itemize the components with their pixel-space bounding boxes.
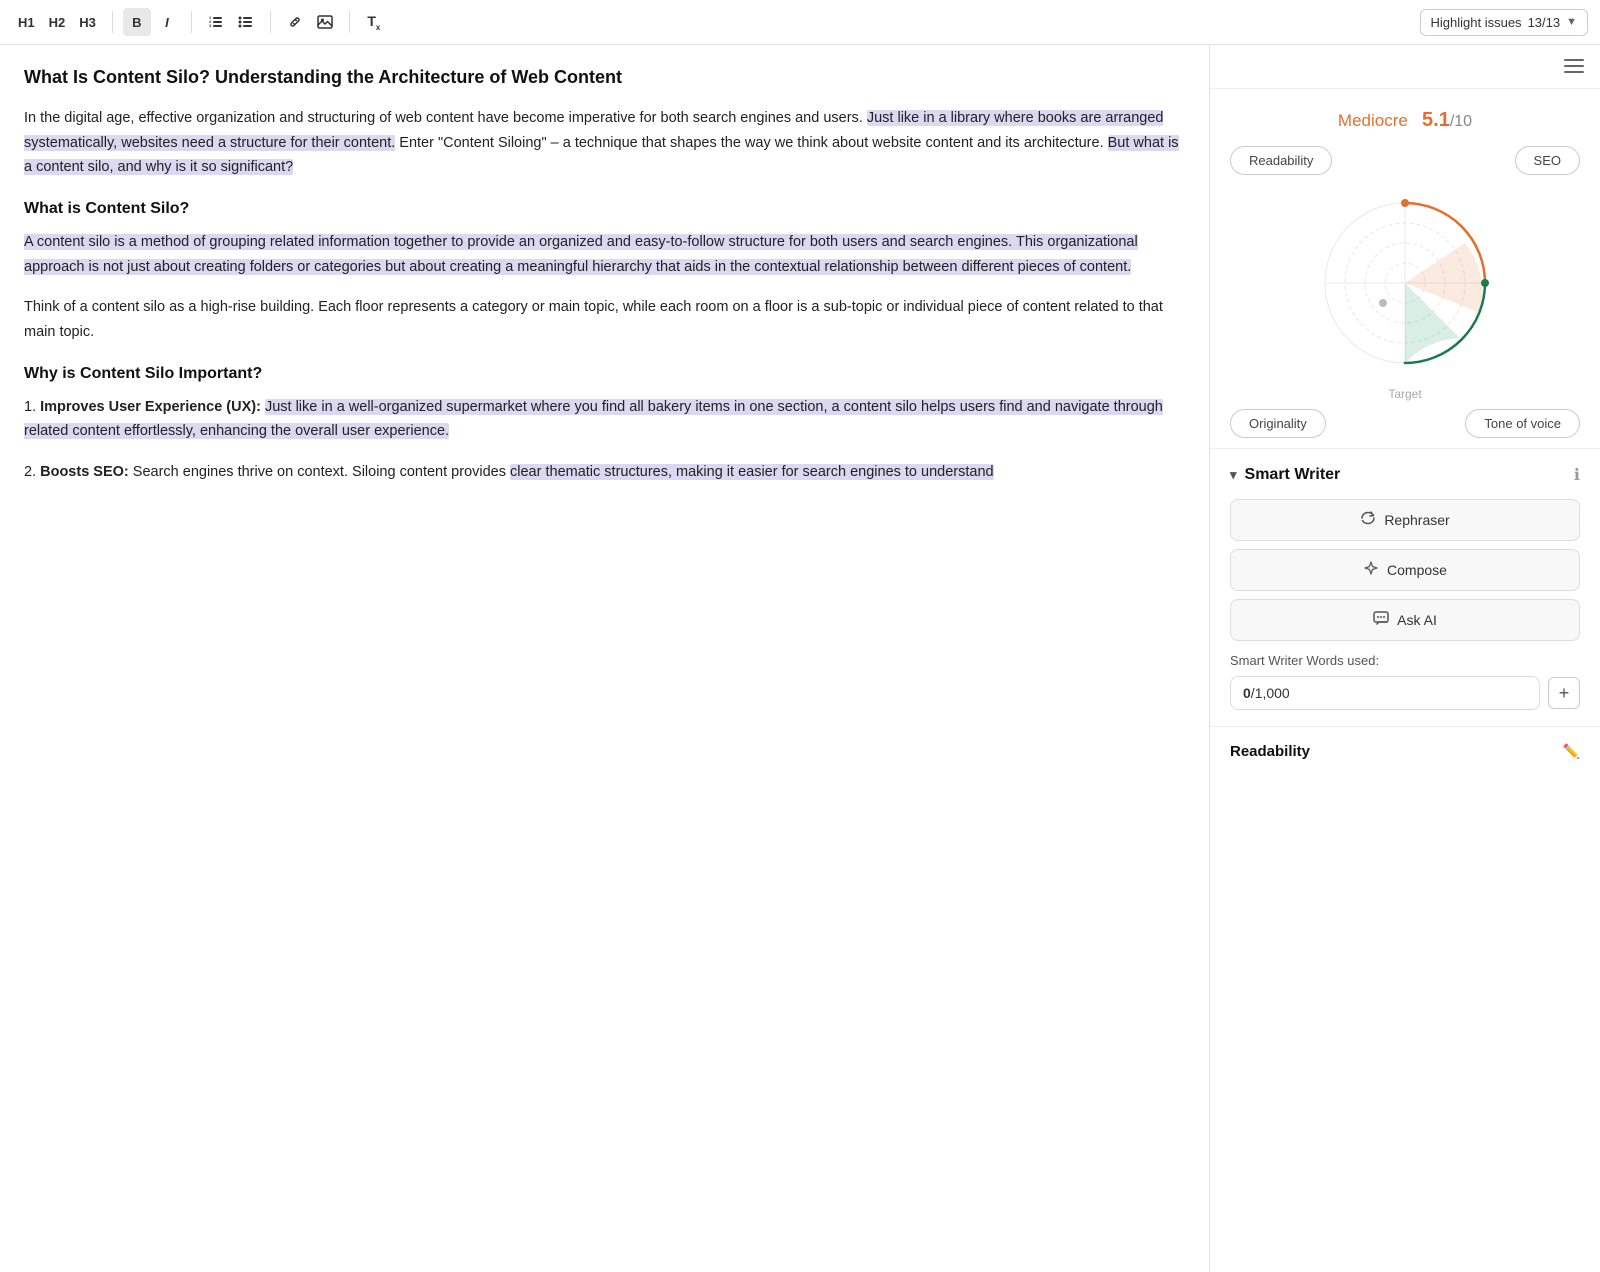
radar-svg [1305,183,1505,383]
smart-writer-chevron-icon: ▾ [1230,467,1237,483]
ask-ai-button[interactable]: Ask AI [1230,599,1580,641]
list-group: 1 2 3 [202,8,260,36]
paragraph-2: A content silo is a method of grouping r… [24,230,1185,279]
italic-button[interactable]: I [153,8,181,36]
score-value: 5.1 [1422,109,1450,131]
h2-button[interactable]: H2 [43,8,72,36]
readability-title: Readability [1230,743,1310,760]
ask-ai-icon [1373,610,1389,630]
paragraph-1: In the digital age, effective organizati… [24,106,1185,180]
rephraser-label: Rephraser [1384,512,1449,528]
radar-chart [1305,183,1505,383]
compose-icon [1363,560,1379,580]
words-used-label: Smart Writer Words used: [1230,653,1580,668]
link-button[interactable] [281,8,309,36]
clear-format-button[interactable]: Tx [360,8,388,36]
radar-tabs-top: Readability SEO [1230,146,1580,175]
words-counter-display: 0/1,000 [1230,676,1540,710]
menu-line-2 [1564,65,1584,67]
sidebar-header [1210,45,1600,89]
words-counter-row: 0/1,000 + [1230,676,1580,710]
score-display: Mediocre 5.1/10 [1338,109,1472,132]
radar-tabs-bottom: Originality Tone of voice [1230,409,1580,438]
smart-writer-title: ▾ Smart Writer [1230,466,1340,484]
sidebar: Mediocre 5.1/10 Readability SEO [1210,45,1600,1272]
divider-3 [270,11,271,33]
article-title: What Is Content Silo? Understanding the … [24,65,1185,90]
image-button[interactable] [311,8,339,36]
highlight-issues-button[interactable]: Highlight issues 13/13 ▼ [1420,9,1588,36]
info-icon[interactable]: ℹ [1574,465,1580,485]
unordered-list-icon [238,14,254,30]
plus-icon: + [1559,683,1570,704]
bold-button[interactable]: B [123,8,151,36]
clear-format-icon: Tx [367,13,380,32]
insert-group [281,8,339,36]
ordered-list-icon: 1 2 3 [208,14,224,30]
readability-tab[interactable]: Readability [1230,146,1332,175]
target-label: Target [1388,387,1421,401]
paragraph-3: Think of a content silo as a high-rise b… [24,295,1185,344]
compose-label: Compose [1387,562,1447,578]
format-group: B I [123,8,181,36]
editor-panel[interactable]: What Is Content Silo? Understanding the … [0,45,1210,1272]
readability-section: Readability ✏️ [1210,726,1600,776]
divider-4 [349,11,350,33]
words-limit: 1,000 [1255,685,1290,701]
menu-line-1 [1564,59,1584,61]
rephraser-button[interactable]: Rephraser [1230,499,1580,541]
heading-why: Why is Content Silo Important? [24,365,1185,383]
unordered-list-button[interactable] [232,8,260,36]
edit-icon[interactable]: ✏️ [1563,743,1580,760]
ask-ai-label: Ask AI [1397,612,1437,628]
add-words-button[interactable]: + [1548,677,1580,709]
score-section: Mediocre 5.1/10 Readability SEO [1210,89,1600,448]
heading-group: H1 H2 H3 [12,8,102,36]
compose-button[interactable]: Compose [1230,549,1580,591]
highlight-label: Highlight issues [1431,15,1522,30]
tone-of-voice-tab[interactable]: Tone of voice [1465,409,1580,438]
menu-line-3 [1564,71,1584,73]
paragraph-5: 2. Boosts SEO: Search engines thrive on … [24,460,1185,485]
words-count: 0 [1243,685,1251,701]
chevron-down-icon: ▼ [1566,16,1577,28]
editor-content: What Is Content Silo? Understanding the … [24,65,1185,485]
rephraser-icon [1360,510,1376,530]
link-icon [287,14,303,30]
score-word: Mediocre [1338,111,1408,130]
toolbar: H1 H2 H3 B I 1 2 3 [0,0,1600,45]
heading-what-is: What is Content Silo? [24,200,1185,218]
smart-writer-section: ▾ Smart Writer ℹ Rephraser [1210,448,1600,726]
highlight-count: 13/13 [1528,15,1561,30]
readability-header: Readability ✏️ [1230,743,1580,760]
score-total: /10 [1450,113,1472,130]
paragraph-4: 1. Improves User Experience (UX): Just l… [24,395,1185,444]
divider-2 [191,11,192,33]
main-layout: What Is Content Silo? Understanding the … [0,45,1600,1272]
divider-1 [112,11,113,33]
h3-button[interactable]: H3 [73,8,102,36]
ordered-list-button[interactable]: 1 2 3 [202,8,230,36]
smart-writer-header: ▾ Smart Writer ℹ [1230,465,1580,485]
smart-writer-label: Smart Writer [1245,466,1341,484]
originality-tab[interactable]: Originality [1230,409,1326,438]
h1-button[interactable]: H1 [12,8,41,36]
seo-tab[interactable]: SEO [1515,146,1580,175]
svg-text:3: 3 [209,23,212,28]
image-icon [317,14,333,30]
menu-button[interactable] [1548,45,1600,87]
radar-container: Readability SEO [1230,146,1580,438]
